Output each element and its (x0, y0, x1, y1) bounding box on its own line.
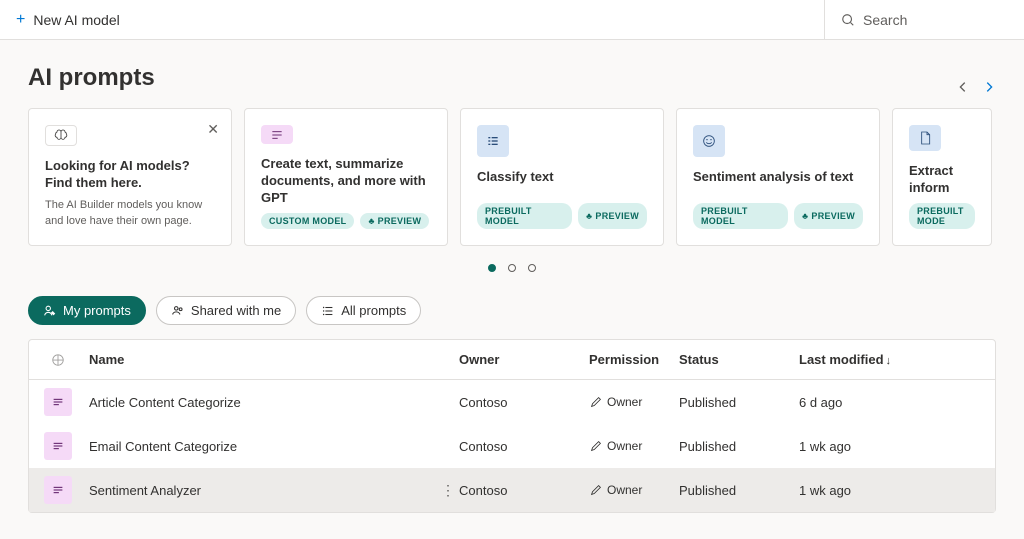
card-title: Create text, summarize documents, and mo… (261, 156, 431, 207)
row-owner: Contoso (453, 483, 583, 498)
carousel-prev-button[interactable] (956, 80, 970, 97)
people-icon (171, 304, 185, 318)
new-ai-model-label: New AI model (33, 12, 119, 28)
tab-label: All prompts (341, 303, 406, 318)
search-input[interactable]: Search (824, 0, 1024, 39)
badge-prebuilt: PREBUILT MODE (909, 203, 975, 229)
badge-prebuilt: PREBUILT MODEL (477, 203, 572, 229)
tab-label: Shared with me (191, 303, 281, 318)
row-modified: 6 d ago (793, 395, 973, 410)
badge-preview: ♣PREVIEW (360, 213, 429, 229)
chevron-right-icon (982, 80, 996, 94)
card-desc: The AI Builder models you know and love … (45, 198, 215, 229)
badge-prebuilt: PREBUILT MODEL (693, 203, 788, 229)
tab-shared[interactable]: Shared with me (156, 296, 296, 325)
row-permission: Owner (583, 439, 673, 453)
badge-preview: ♣PREVIEW (794, 203, 863, 229)
column-last-modified[interactable]: Last modified↓ (793, 352, 973, 367)
carousel-next-button[interactable] (982, 80, 996, 97)
pencil-icon (589, 483, 603, 497)
document-icon (909, 125, 941, 151)
row-owner: Contoso (453, 439, 583, 454)
column-status[interactable]: Status (673, 352, 793, 367)
brain-icon (45, 125, 77, 146)
row-owner: Contoso (453, 395, 583, 410)
row-permission: Owner (583, 395, 673, 409)
card-title: Extract inform (909, 163, 975, 197)
tab-label: My prompts (63, 303, 131, 318)
row-name: Article Content Categorize (83, 395, 453, 410)
row-permission: Owner (583, 483, 673, 497)
filter-tabs: My prompts Shared with me All prompts (28, 296, 996, 325)
dot-1[interactable] (488, 264, 496, 272)
sort-down-icon: ↓ (886, 355, 892, 367)
text-lines-icon (261, 125, 293, 144)
card-title: Sentiment analysis of text (693, 169, 863, 186)
card-carousel: ✕ Looking for AI models? Find them here.… (28, 108, 996, 246)
smile-icon (693, 125, 725, 157)
top-bar: + New AI model Search (0, 0, 1024, 40)
card-sentiment[interactable]: Sentiment analysis of text PREBUILT MODE… (676, 108, 880, 246)
card-extract[interactable]: Extract inform PREBUILT MODE (892, 108, 992, 246)
prompts-table: Name Owner Permission Status Last modifi… (28, 339, 996, 513)
tab-all[interactable]: All prompts (306, 296, 421, 325)
search-placeholder: Search (863, 12, 907, 28)
card-gpt[interactable]: Create text, summarize documents, and mo… (244, 108, 448, 246)
close-icon[interactable]: ✕ (207, 121, 219, 138)
list-grid-icon (477, 125, 509, 157)
card-title: Classify text (477, 169, 647, 186)
row-name: Email Content Categorize (83, 439, 453, 454)
column-name[interactable]: Name (83, 352, 453, 367)
person-edit-icon (43, 304, 57, 318)
row-status: Published (673, 439, 793, 454)
card-classify[interactable]: Classify text PREBUILT MODEL ♣PREVIEW (460, 108, 664, 246)
table-row[interactable]: Email Content Categorize Contoso Owner P… (29, 424, 995, 468)
text-lines-icon (44, 388, 72, 416)
new-ai-model-button[interactable]: + New AI model (0, 0, 136, 39)
plus-icon: + (16, 11, 25, 29)
row-modified: 1 wk ago (793, 483, 973, 498)
text-lines-icon (44, 432, 72, 460)
column-permission[interactable]: Permission (583, 352, 673, 367)
card-title: Looking for AI models? Find them here. (45, 158, 215, 192)
dot-3[interactable] (528, 264, 536, 272)
row-status: Published (673, 483, 793, 498)
globe-half-icon (51, 353, 65, 367)
tab-my-prompts[interactable]: My prompts (28, 296, 146, 325)
row-status: Published (673, 395, 793, 410)
list-icon (321, 304, 335, 318)
table-row[interactable]: Sentiment Analyzer ⋮ Contoso Owner Publi… (29, 468, 995, 512)
row-more-button[interactable]: ⋮ (441, 482, 455, 499)
column-icon[interactable] (33, 353, 83, 367)
dot-2[interactable] (508, 264, 516, 272)
row-modified: 1 wk ago (793, 439, 973, 454)
pencil-icon (589, 395, 603, 409)
pencil-icon (589, 439, 603, 453)
badge-custom: CUSTOM MODEL (261, 213, 354, 229)
carousel-dots (28, 264, 996, 272)
search-icon (841, 13, 855, 27)
badge-preview: ♣PREVIEW (578, 203, 647, 229)
chevron-left-icon (956, 80, 970, 94)
page-title: AI prompts (28, 64, 996, 92)
row-name: Sentiment Analyzer (83, 483, 453, 498)
card-info[interactable]: ✕ Looking for AI models? Find them here.… (28, 108, 232, 246)
table-row[interactable]: Article Content Categorize Contoso Owner… (29, 380, 995, 424)
column-owner[interactable]: Owner (453, 352, 583, 367)
text-lines-icon (44, 476, 72, 504)
